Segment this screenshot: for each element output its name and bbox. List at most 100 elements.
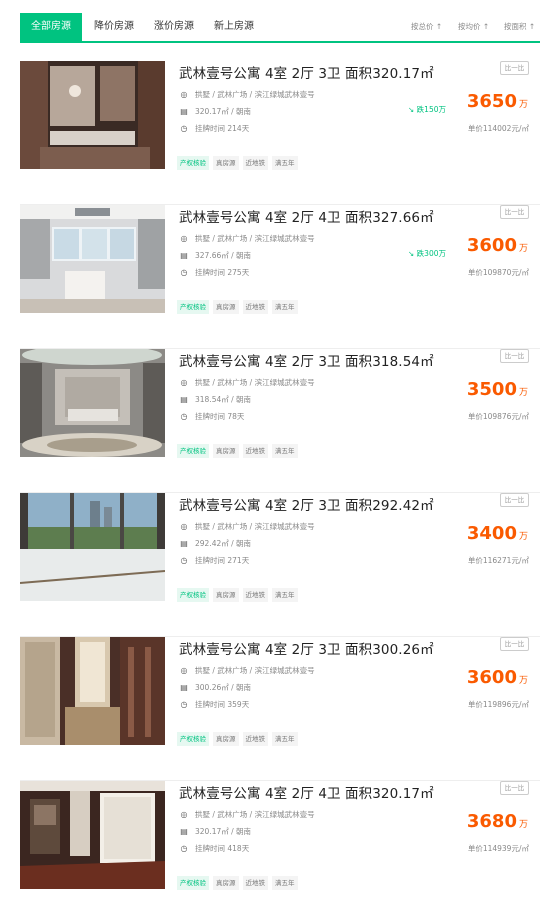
tag-real-listing: 真房源 [213,444,239,458]
tag-verified: 产权核验 [177,732,209,746]
location-pin-icon: ◎ [180,234,188,243]
location-text: 拱墅 / 武林广场 / 滨江绿城武林壹号 [195,810,315,819]
listing-title[interactable]: 武林壹号公寓 4室 2厅 3卫 面积320.17㎡ [179,62,434,82]
listing-layout: ▤ 320.17㎡ / 朝南 [179,106,251,118]
tag-verified: 产权核验 [177,444,209,458]
listing-item[interactable]: 武林壹号公寓 4室 2厅 3卫 面积318.54㎡ 比一比 ◎ 拱墅 / 武林广场… [20,349,540,493]
tab-new-listings[interactable]: 新上房源 [206,13,262,41]
listing-item[interactable]: 武林壹号公寓 4室 2厅 3卫 面积292.42㎡ 比一比 ◎ 拱墅 / 武林广场… [20,493,540,637]
tag-five-years: 满五年 [272,732,298,746]
listing-title[interactable]: 武林壹号公寓 4室 2厅 4卫 面积320.17㎡ [179,782,434,802]
listing-item[interactable]: 武林壹号公寓 4室 2厅 3卫 面积300.26㎡ 比一比 ◎ 拱墅 / 武林广场… [20,637,540,781]
price-value: 3680 [466,811,517,832]
tag-list: 产权核验 真房源 近地铁 满五年 [177,294,302,314]
floorplan-icon: ▤ [180,107,188,116]
listing-title[interactable]: 武林壹号公寓 4室 2厅 3卫 面积292.42㎡ [179,494,434,514]
total-price: 3680 万 [467,811,528,832]
layout-text: 320.17㎡ / 朝南 [195,827,252,836]
unit-price: 单价119896元/㎡ [467,700,529,709]
price-drop: ↘ 跌300万 [408,248,446,259]
location-text: 拱墅 / 武林广场 / 滨江绿城武林壹号 [195,234,315,243]
tab-price-down[interactable]: 降价房源 [86,13,142,41]
listing-photo[interactable] [20,493,165,601]
unit-price: 单价109870元/㎡ [467,268,529,277]
tag-real-listing: 真房源 [213,876,239,890]
price-unit: 万 [518,820,528,830]
compare-button[interactable]: 比一比 [500,349,529,363]
total-price: 3650 万 [467,91,528,112]
price-unit: 万 [518,244,528,254]
trend-down-icon: ↘ [408,105,417,114]
sort-by-unit-price[interactable]: 按均价 ↑ [458,21,489,32]
tag-five-years: 满五年 [272,876,298,890]
tag-list: 产权核验 真房源 近地铁 满五年 [177,150,302,170]
location-text: 拱墅 / 武林广场 / 滨江绿城武林壹号 [195,378,315,387]
price-value: 3650 [466,91,517,112]
price-unit: 万 [518,676,528,686]
price-value: 3600 [466,235,517,256]
compare-button[interactable]: 比一比 [500,637,529,651]
listing-time: ◷ 挂牌时间 214天 [179,123,250,135]
listing-title[interactable]: 武林壹号公寓 4室 2厅 3卫 面积318.54㎡ [179,350,434,370]
listing-layout: ▤ 320.17㎡ / 朝南 [179,826,251,838]
total-price: 3600 万 [467,667,528,688]
listing-photo[interactable] [20,61,165,169]
unit-price: 单价114002元/㎡ [467,124,529,133]
listing-layout: ▤ 318.54㎡ / 朝南 [179,394,251,406]
listing-location: ◎ 拱墅 / 武林广场 / 滨江绿城武林壹号 [179,521,315,533]
floorplan-icon: ▤ [180,395,188,404]
compare-button[interactable]: 比一比 [500,61,529,75]
total-price: 3500 万 [467,379,528,400]
location-pin-icon: ◎ [180,90,188,99]
listing-layout: ▤ 327.66㎡ / 朝南 [179,250,251,262]
tag-verified: 产权核验 [177,156,209,170]
compare-button[interactable]: 比一比 [500,493,529,507]
listing-location: ◎ 拱墅 / 武林广场 / 滨江绿城武林壹号 [179,377,315,389]
tag-list: 产权核验 真房源 近地铁 满五年 [177,582,302,602]
clock-icon: ◷ [180,556,188,565]
tag-real-listing: 真房源 [213,156,239,170]
listing-location: ◎ 拱墅 / 武林广场 / 滨江绿城武林壹号 [179,809,315,821]
listed-time-text: 挂牌时间 418天 [195,844,250,853]
floorplan-icon: ▤ [180,251,188,260]
sort-by-area[interactable]: 按面积 ↑ [504,21,535,32]
tag-list: 产权核验 真房源 近地铁 满五年 [177,870,302,890]
price-drop-text: 跌150万 [416,105,446,114]
tab-price-up[interactable]: 涨价房源 [146,13,202,41]
listed-time-text: 挂牌时间 78天 [195,412,245,421]
listing-title[interactable]: 武林壹号公寓 4室 2厅 3卫 面积300.26㎡ [179,638,434,658]
tag-five-years: 满五年 [272,444,298,458]
listing-item[interactable]: 武林壹号公寓 4室 2厅 4卫 面积320.17㎡ 比一比 ◎ 拱墅 / 武林广场… [20,781,540,908]
trend-down-icon: ↘ [408,249,417,258]
listing-photo[interactable] [20,349,165,457]
listing-title[interactable]: 武林壹号公寓 4室 2厅 4卫 面积327.66㎡ [179,206,434,226]
listed-time-text: 挂牌时间 275天 [195,268,250,277]
tag-near-subway: 近地铁 [242,876,268,890]
clock-icon: ◷ [180,268,188,277]
listing-photo[interactable] [20,205,165,313]
filter-tabs: 全部房源 降价房源 涨价房源 新上房源 按总价 ↑ 按均价 ↑ 按面积 ↑ [20,13,540,43]
listed-time-text: 挂牌时间 214天 [195,124,250,133]
listing-photo[interactable] [20,637,165,745]
tag-verified: 产权核验 [177,588,209,602]
listing-time: ◷ 挂牌时间 275天 [179,267,250,279]
listed-time-text: 挂牌时间 359天 [195,700,250,709]
layout-text: 318.54㎡ / 朝南 [195,395,252,404]
listing-photo[interactable] [20,781,165,889]
price-value: 3400 [466,523,517,544]
listing-item[interactable]: 武林壹号公寓 4室 2厅 4卫 面积327.66㎡ 比一比 ◎ 拱墅 / 武林广场… [20,205,540,349]
tag-near-subway: 近地铁 [242,444,268,458]
unit-price: 单价114939元/㎡ [467,844,529,853]
tab-all-listings[interactable]: 全部房源 [20,13,82,41]
compare-button[interactable]: 比一比 [500,781,529,795]
layout-text: 300.26㎡ / 朝南 [195,683,252,692]
price-value: 3500 [466,379,517,400]
floorplan-icon: ▤ [180,683,188,692]
sort-by-total-price[interactable]: 按总价 ↑ [411,21,442,32]
listing-item[interactable]: 武林壹号公寓 4室 2厅 3卫 面积320.17㎡ 比一比 ◎ 拱墅 / 武林广场… [20,61,540,205]
clock-icon: ◷ [180,700,188,709]
tag-real-listing: 真房源 [213,732,239,746]
listing-time: ◷ 挂牌时间 359天 [179,699,250,711]
compare-button[interactable]: 比一比 [500,205,529,219]
tag-real-listing: 真房源 [213,300,239,314]
